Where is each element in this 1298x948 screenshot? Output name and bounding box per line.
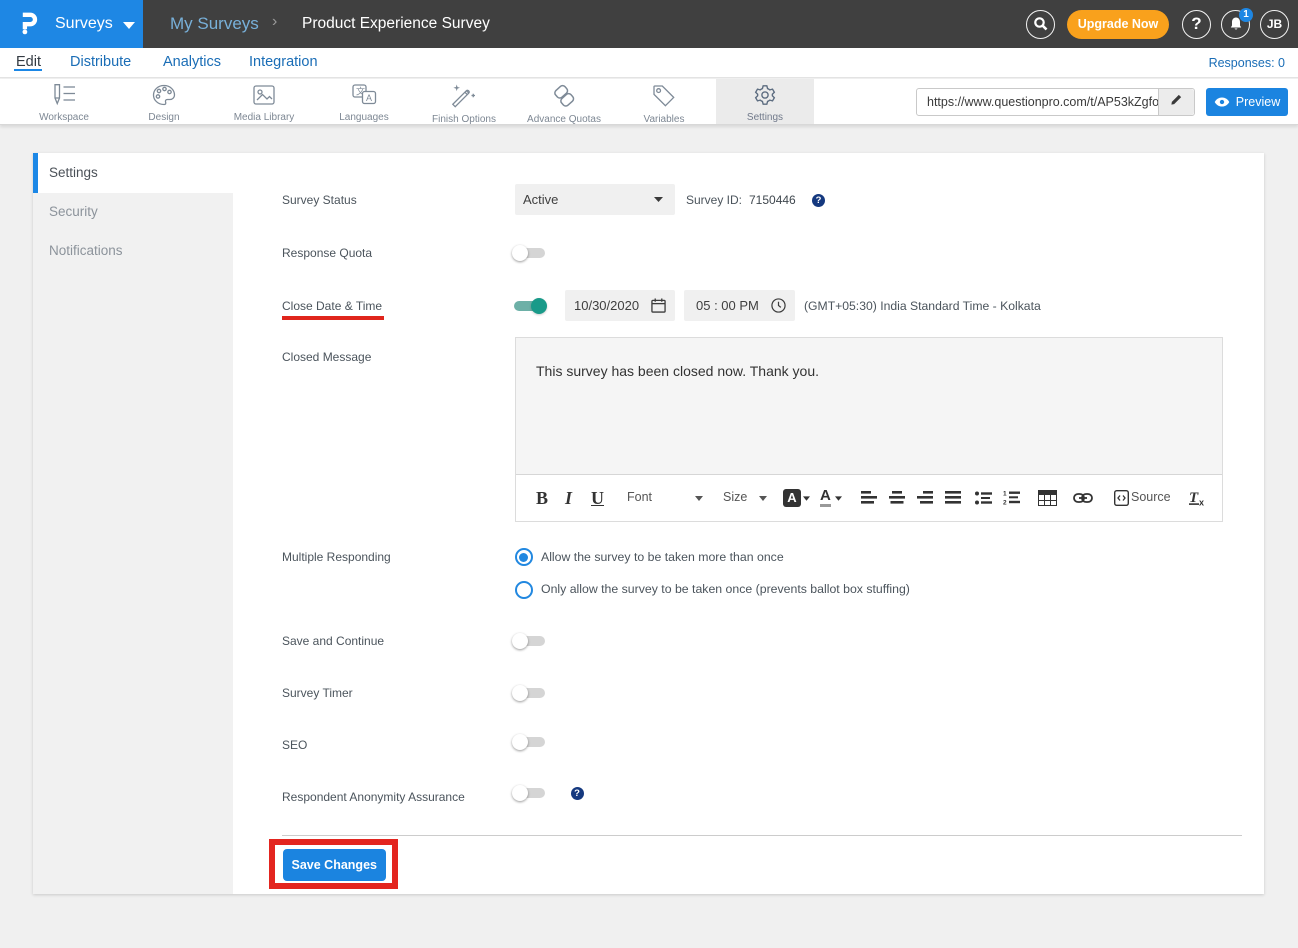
svg-text:2: 2 [1003,500,1007,506]
svg-text:1: 1 [1003,491,1007,498]
svg-text:A: A [366,93,372,103]
svg-text:x: x [1199,498,1204,507]
